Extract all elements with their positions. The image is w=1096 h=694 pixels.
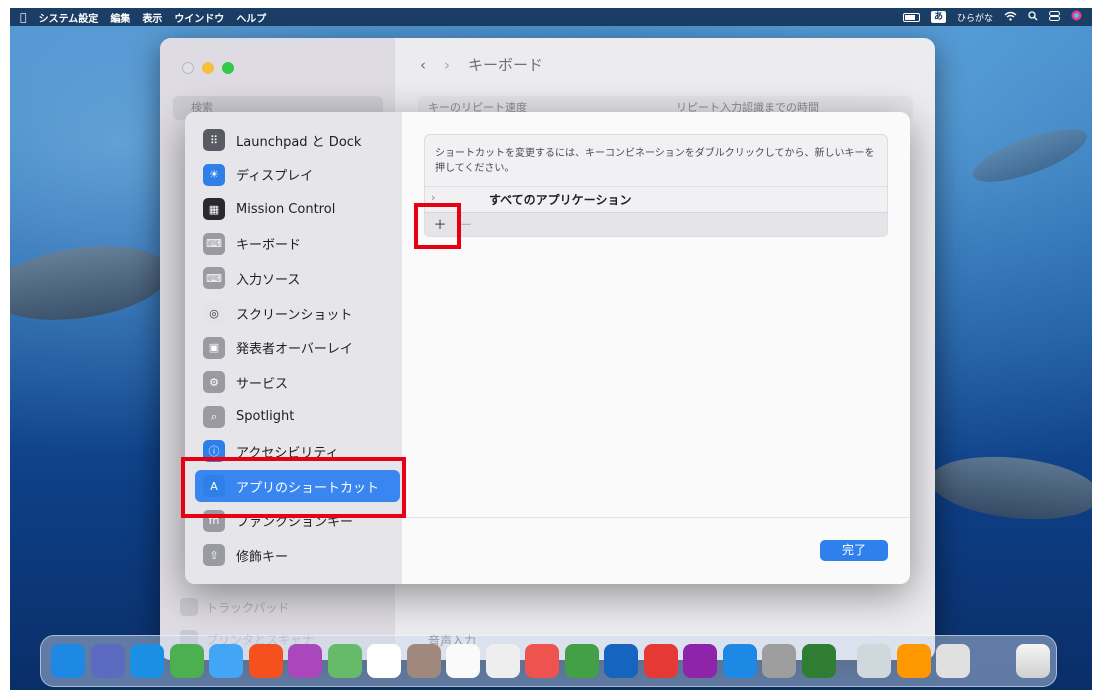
battery-icon[interactable] bbox=[902, 12, 920, 22]
sidebar-item[interactable]: ⇧ 修飾キー bbox=[195, 539, 400, 571]
dock-app-icon[interactable] bbox=[446, 644, 480, 678]
spotlight-search-icon[interactable] bbox=[1028, 10, 1038, 24]
mission-control-icon: ▦ bbox=[203, 198, 225, 221]
keyboard-icon: ⌨ bbox=[203, 232, 225, 255]
sidebar-item[interactable]: ◎ スクリーンショット bbox=[195, 297, 400, 329]
sidebar-item[interactable]: ▣ 発表者オーバーレイ bbox=[195, 332, 400, 364]
divider bbox=[402, 517, 910, 518]
menu-extras: あ ひらがな bbox=[902, 8, 1082, 26]
sidebar-item[interactable]: ⠿ Launchpad と Dock bbox=[195, 124, 400, 156]
forward-chevron-icon[interactable]: › bbox=[444, 56, 450, 74]
menu-view[interactable]: 表示 bbox=[142, 10, 162, 25]
dolphin-decoration bbox=[967, 118, 1092, 193]
menu-window[interactable]: ウインドウ bbox=[174, 10, 224, 25]
sidebar-item-label: ディスプレイ bbox=[236, 169, 314, 185]
highlight-add-button bbox=[414, 203, 461, 249]
trackpad-icon bbox=[180, 598, 198, 616]
dock-app-icon[interactable] bbox=[248, 644, 283, 678]
divider bbox=[425, 186, 887, 187]
control-center-icon[interactable] bbox=[1049, 10, 1060, 24]
dolphin-decoration bbox=[10, 235, 174, 331]
input-method-icon[interactable]: あ bbox=[930, 11, 946, 23]
sidebar-item[interactable]: ⌨ 入力ソース bbox=[195, 262, 400, 294]
close-button[interactable] bbox=[182, 62, 194, 74]
dock-app-icon[interactable] bbox=[857, 644, 891, 678]
minimize-button[interactable] bbox=[202, 62, 214, 74]
services-icon: ⚙ bbox=[203, 371, 225, 394]
sidebar-item-label: 入力ソース bbox=[236, 272, 301, 288]
siri-icon[interactable] bbox=[1071, 10, 1082, 24]
window-controls bbox=[182, 62, 234, 74]
input-method-label[interactable]: ひらがな bbox=[957, 11, 993, 24]
shortcuts-main: ショートカットを変更するには、キーコンビネーションをダブルクリックしてから、新し… bbox=[402, 112, 910, 584]
dock-app-icon[interactable] bbox=[525, 644, 559, 678]
dock-app-icon[interactable] bbox=[169, 644, 204, 678]
sidebar-item-trackpad[interactable]: トラックパッド bbox=[180, 598, 289, 616]
dock-app-icon[interactable] bbox=[485, 644, 520, 678]
menu-app-name[interactable]: システム設定 bbox=[39, 10, 99, 25]
dock-app-icon[interactable] bbox=[327, 644, 362, 678]
sidebar-item-label: 発表者オーバーレイ bbox=[236, 342, 353, 358]
highlight-app-shortcuts bbox=[181, 457, 406, 518]
dock-app-icon[interactable] bbox=[90, 644, 125, 678]
window-title: キーボード bbox=[468, 56, 544, 74]
launchpad-icon: ⠿ bbox=[203, 129, 225, 151]
trash-icon[interactable] bbox=[1016, 644, 1050, 678]
dock-app-icon[interactable] bbox=[762, 644, 796, 678]
sidebar-item[interactable]: ⌨ キーボード bbox=[195, 228, 400, 260]
sidebar-item-label: Launchpad と Dock bbox=[236, 134, 362, 150]
wifi-icon[interactable] bbox=[1004, 11, 1017, 24]
dolphin-decoration bbox=[927, 449, 1092, 527]
dock-app-icon[interactable] bbox=[801, 644, 836, 678]
dock-app-icon[interactable] bbox=[896, 644, 931, 678]
dock-app-icon[interactable] bbox=[643, 644, 678, 678]
sidebar-item[interactable]: ⌕ Spotlight bbox=[195, 401, 400, 433]
dock-app-icon[interactable] bbox=[406, 644, 441, 678]
back-chevron-icon[interactable]: ‹ bbox=[420, 56, 426, 74]
menu-edit[interactable]: 編集 bbox=[110, 10, 130, 25]
input-sources-icon: ⌨ bbox=[203, 267, 225, 290]
instructions-text: ショートカットを変更するには、キーコンビネーションをダブルクリックしてから、新し… bbox=[435, 148, 875, 174]
sidebar-item-label: Mission Control bbox=[236, 201, 336, 217]
done-button[interactable]: 完了 bbox=[820, 540, 888, 561]
dock-app-icon[interactable] bbox=[604, 644, 638, 678]
window-titlebar: ‹ › キーボード bbox=[420, 54, 543, 75]
add-remove-bar: + − bbox=[425, 212, 887, 236]
sidebar-item[interactable]: ▦ Mission Control bbox=[195, 193, 400, 225]
sidebar-item[interactable]: ⚙ サービス bbox=[195, 366, 400, 398]
screenshot-icon: ◎ bbox=[203, 302, 225, 324]
app-shortcuts-panel: ショートカットを変更するには、キーコンビネーションをダブルクリックしてから、新し… bbox=[424, 134, 888, 237]
sidebar-item-label: スクリーンショット bbox=[236, 307, 353, 323]
spotlight-icon: ⌕ bbox=[203, 405, 225, 428]
dock-app-icon[interactable] bbox=[130, 644, 164, 678]
sidebar-item-label: トラックパッド bbox=[206, 600, 290, 615]
display-icon: ☀ bbox=[203, 163, 225, 186]
dock-app-icon[interactable] bbox=[367, 644, 401, 678]
dock-app-icon[interactable] bbox=[936, 644, 970, 678]
apple-menu-icon[interactable]:  bbox=[20, 11, 27, 24]
menu-help[interactable]: ヘルプ bbox=[236, 10, 266, 25]
menu-bar:  システム設定 編集 表示 ウインドウ ヘルプ あ ひらがな bbox=[10, 8, 1092, 26]
dock-app-icon[interactable] bbox=[51, 644, 85, 678]
dock-app-icon[interactable] bbox=[209, 644, 243, 678]
dock-app-icon[interactable] bbox=[683, 644, 717, 678]
sidebar-item-label: 修飾キー bbox=[236, 549, 289, 565]
dock-app-icon[interactable] bbox=[288, 644, 322, 678]
dock-app-icon[interactable] bbox=[722, 644, 757, 678]
modifier-keys-icon: ⇧ bbox=[203, 544, 225, 567]
dock-app-icon[interactable] bbox=[564, 644, 599, 678]
presenter-overlay-icon: ▣ bbox=[203, 336, 225, 359]
sidebar-item[interactable]: ☀ ディスプレイ bbox=[195, 159, 400, 191]
zoom-button[interactable] bbox=[222, 62, 234, 74]
sidebar-item-label: キーボード bbox=[236, 238, 302, 254]
sidebar-item-label: サービス bbox=[236, 376, 289, 392]
desktop:  システム設定 編集 表示 ウインドウ ヘルプ あ ひらがな bbox=[10, 8, 1092, 690]
sidebar-item-label: Spotlight bbox=[236, 409, 295, 425]
dock bbox=[40, 635, 1057, 687]
all-applications-row[interactable]: すべてのアプリケーション bbox=[489, 191, 631, 208]
